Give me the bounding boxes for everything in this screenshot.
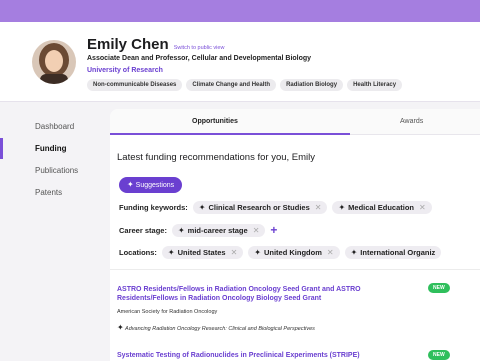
location-chip-label: United Kingdom xyxy=(263,248,322,257)
result-keywords-text: Advancing Radiation Oncology Research: C… xyxy=(125,326,315,332)
result-title-link[interactable]: Systematic Testing of Radionuclides in P… xyxy=(117,352,360,359)
profile-tag[interactable]: Radiation Biology xyxy=(280,79,344,91)
sidebar-item-funding[interactable]: Funding xyxy=(0,138,105,159)
sidebar-item-dashboard[interactable]: Dashboard xyxy=(0,116,105,137)
result-keywords: ✦ Advancing Radiation Oncology Research:… xyxy=(117,323,315,332)
switch-public-view-link[interactable]: Switch to public view xyxy=(174,45,225,51)
keyword-chip-label: Clinical Research or Studies xyxy=(208,203,310,212)
add-career-stage-icon[interactable]: + xyxy=(270,223,277,237)
remove-icon[interactable]: ✕ xyxy=(419,203,426,212)
locations-label: Locations: xyxy=(119,248,157,257)
location-chip[interactable]: ✦ United Kingdom ✕ xyxy=(248,246,340,259)
suggestions-button[interactable]: ✦ Suggestions xyxy=(119,177,183,193)
remove-icon[interactable]: ✕ xyxy=(327,248,334,257)
sparkle-icon: ✦ xyxy=(198,203,206,212)
location-chip-label: United States xyxy=(177,248,226,257)
keyword-chip-label: Medical Education xyxy=(348,203,415,212)
keywords-label: Funding keywords: xyxy=(119,203,188,212)
new-badge: NEW xyxy=(428,350,450,360)
tab-bar: Opportunities Awards xyxy=(110,109,480,135)
profile-name: Emily Chen xyxy=(87,36,169,53)
keyword-chip[interactable]: ✦ Clinical Research or Studies ✕ xyxy=(192,201,328,214)
career-stage-label: Career stage: xyxy=(119,225,167,235)
sparkle-icon: ✦ xyxy=(254,248,261,257)
result-organization: American Society for Radiation Oncology xyxy=(117,309,218,315)
career-stage-chip[interactable]: ✦ mid-career stage ✕ xyxy=(171,223,266,237)
page-title: Latest funding recommendations for you, … xyxy=(117,152,316,163)
location-chip-label: International Organiz xyxy=(360,248,436,257)
tab-awards[interactable]: Awards xyxy=(400,109,423,135)
sparkle-icon: ✦ xyxy=(167,248,175,257)
profile-header: Emily Chen Switch to public view Associa… xyxy=(0,22,480,102)
sparkle-icon: ✦ xyxy=(338,203,346,212)
sidebar-item-publications[interactable]: Publications xyxy=(0,160,105,181)
keywords-row: Funding keywords: ✦ Clinical Research or… xyxy=(119,201,432,214)
sparkle-icon: ✦ xyxy=(350,248,358,257)
sparkle-icon: ✦ xyxy=(177,225,185,235)
tab-opportunities[interactable]: Opportunities xyxy=(192,109,238,135)
profile-role: Associate Dean and Professor, Cellular a… xyxy=(87,55,312,62)
sparkle-icon: ✦ xyxy=(127,180,134,189)
remove-icon[interactable]: ✕ xyxy=(231,248,238,257)
career-stage-row: Career stage: ✦ mid-career stage ✕ + xyxy=(119,223,277,237)
remove-icon[interactable]: ✕ xyxy=(315,203,322,212)
profile-tags: Non-communicable Diseases Climate Change… xyxy=(87,79,403,91)
profile-tag[interactable]: Health Literacy xyxy=(347,79,403,91)
location-chip[interactable]: ✦ International Organiz xyxy=(344,246,442,259)
locations-row: Locations: ✦ United States ✕ ✦ United Ki… xyxy=(119,246,442,259)
suggestions-label: Suggestions xyxy=(135,182,175,189)
top-banner xyxy=(0,0,480,22)
profile-tag[interactable]: Non-communicable Diseases xyxy=(87,79,183,91)
sidebar-item-patents[interactable]: Patents xyxy=(0,182,105,203)
avatar[interactable] xyxy=(32,40,76,84)
new-badge: NEW xyxy=(428,283,450,293)
career-stage-chip-label: mid-career stage xyxy=(187,225,248,235)
sparkle-icon: ✦ xyxy=(117,323,124,332)
location-chip[interactable]: ✦ United States ✕ xyxy=(161,246,244,259)
divider xyxy=(110,269,480,270)
remove-icon[interactable]: ✕ xyxy=(253,226,260,235)
profile-tag[interactable]: Climate Change and Health xyxy=(186,79,277,91)
keyword-chip[interactable]: ✦ Medical Education ✕ xyxy=(332,201,432,214)
sidebar: Dashboard Funding Publications Patents xyxy=(0,103,105,361)
result-title-link[interactable]: ASTRO Residents/Fellows in Radiation Onc… xyxy=(117,285,417,303)
active-tab-indicator xyxy=(110,133,350,135)
profile-university[interactable]: University of Research xyxy=(87,67,163,74)
main-panel: Opportunities Awards Latest funding reco… xyxy=(110,109,480,361)
